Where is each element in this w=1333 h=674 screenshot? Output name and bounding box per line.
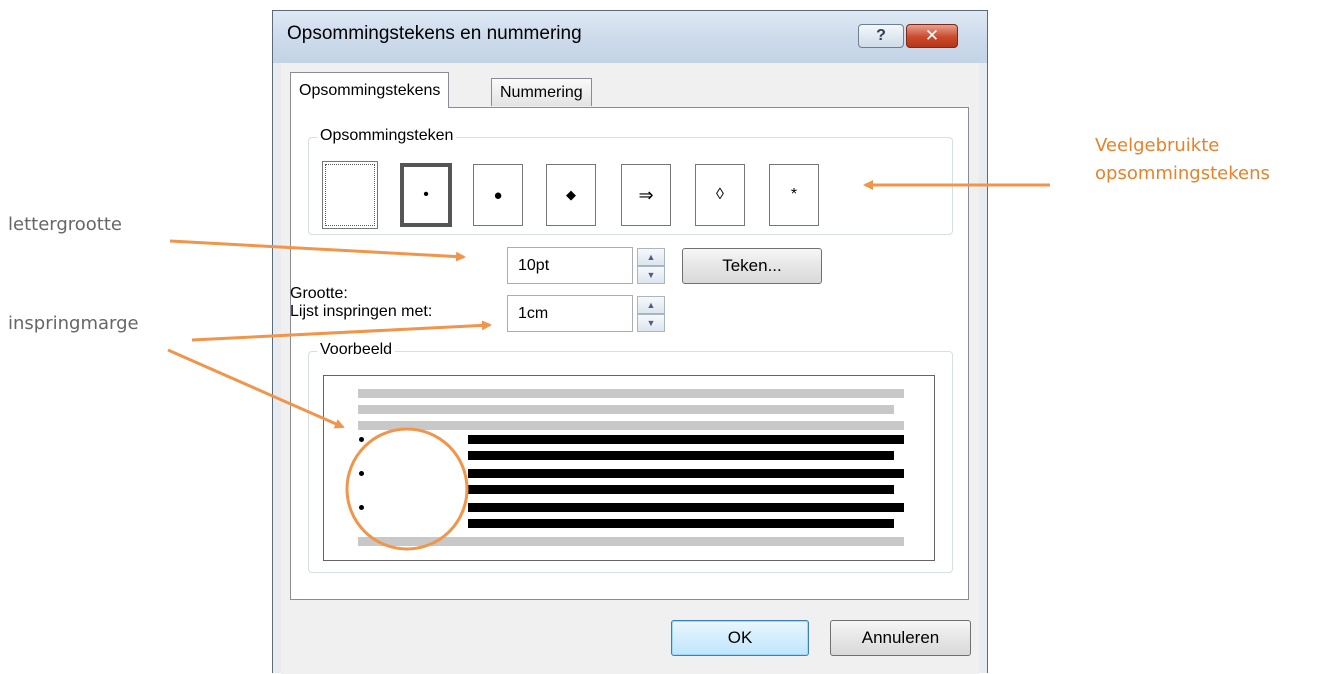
size-down-icon[interactable]: ▼ — [637, 266, 665, 284]
tab-opsommingstekens[interactable]: Opsommingstekens — [290, 72, 450, 108]
preview-text-line — [358, 389, 904, 398]
preview-list-line — [468, 503, 904, 512]
preview-bullet — [359, 471, 364, 476]
bullet-option-diamond[interactable]: ◆ — [546, 164, 596, 226]
size-input[interactable]: 10pt — [507, 247, 633, 284]
indent-down-icon[interactable]: ▼ — [637, 314, 665, 332]
small-dot-icon: • — [423, 186, 429, 203]
dialog-title: Opsommingstekens en nummering — [287, 23, 582, 44]
help-icon: ? — [876, 27, 886, 44]
bullet-option-lozenge[interactable]: ◊ — [695, 164, 745, 226]
bullet-option-none[interactable] — [322, 161, 378, 229]
diamond-icon: ◆ — [566, 187, 576, 202]
bullet-option-arrow[interactable]: ⇒ — [621, 164, 671, 226]
preview-pane — [323, 375, 935, 561]
asterisk-icon: * — [790, 186, 798, 203]
cancel-button[interactable]: Annuleren — [830, 620, 971, 656]
indent-label: Lijst inspringen met: — [290, 303, 433, 320]
bullet-group-label: Opsommingsteken — [317, 127, 457, 145]
preview-list-line — [468, 435, 904, 444]
tab-nummering[interactable]: Nummering — [491, 78, 592, 106]
indent-input[interactable]: 1cm — [507, 295, 633, 332]
preview-text-line — [358, 421, 904, 430]
title-bar: Opsommingstekens en nummering ? ✕ — [273, 11, 987, 63]
annotation-indent-margin: inspringmarge — [8, 313, 139, 334]
close-icon: ✕ — [924, 26, 940, 45]
preview-group-label: Voorbeeld — [317, 341, 396, 359]
arrow-icon: ⇒ — [638, 184, 654, 205]
indent-up-icon[interactable]: ▲ — [637, 296, 665, 314]
preview-bullet — [359, 437, 364, 442]
preview-list-line — [468, 519, 894, 528]
annotation-common-bullets-line1: Veelgebruikte — [1095, 135, 1220, 156]
dot-icon: ● — [493, 186, 503, 204]
size-up-icon[interactable]: ▲ — [637, 248, 665, 266]
annotation-font-size: lettergrootte — [8, 214, 122, 235]
help-button[interactable]: ? — [858, 24, 904, 48]
preview-list-line — [468, 485, 894, 494]
size-label: Grootte: — [290, 285, 348, 302]
indent-spinner[interactable]: ▲ ▼ — [637, 296, 665, 332]
bullet-option-small-dot[interactable]: • — [400, 163, 452, 227]
close-button[interactable]: ✕ — [906, 24, 958, 48]
preview-list-line — [468, 469, 904, 478]
symbol-button[interactable]: Teken... — [682, 248, 822, 284]
preview-text-line — [358, 405, 894, 414]
preview-text-line — [358, 537, 904, 546]
bullet-option-asterisk[interactable]: * — [769, 164, 819, 226]
annotation-common-bullets-line2: opsommingstekens — [1095, 163, 1270, 184]
preview-bullet — [359, 505, 364, 510]
bullet-option-dot[interactable]: ● — [473, 164, 523, 226]
lozenge-icon: ◊ — [716, 186, 724, 203]
preview-list-line — [468, 451, 894, 460]
size-spinner[interactable]: ▲ ▼ — [637, 248, 665, 284]
ok-button[interactable]: OK — [671, 620, 809, 656]
